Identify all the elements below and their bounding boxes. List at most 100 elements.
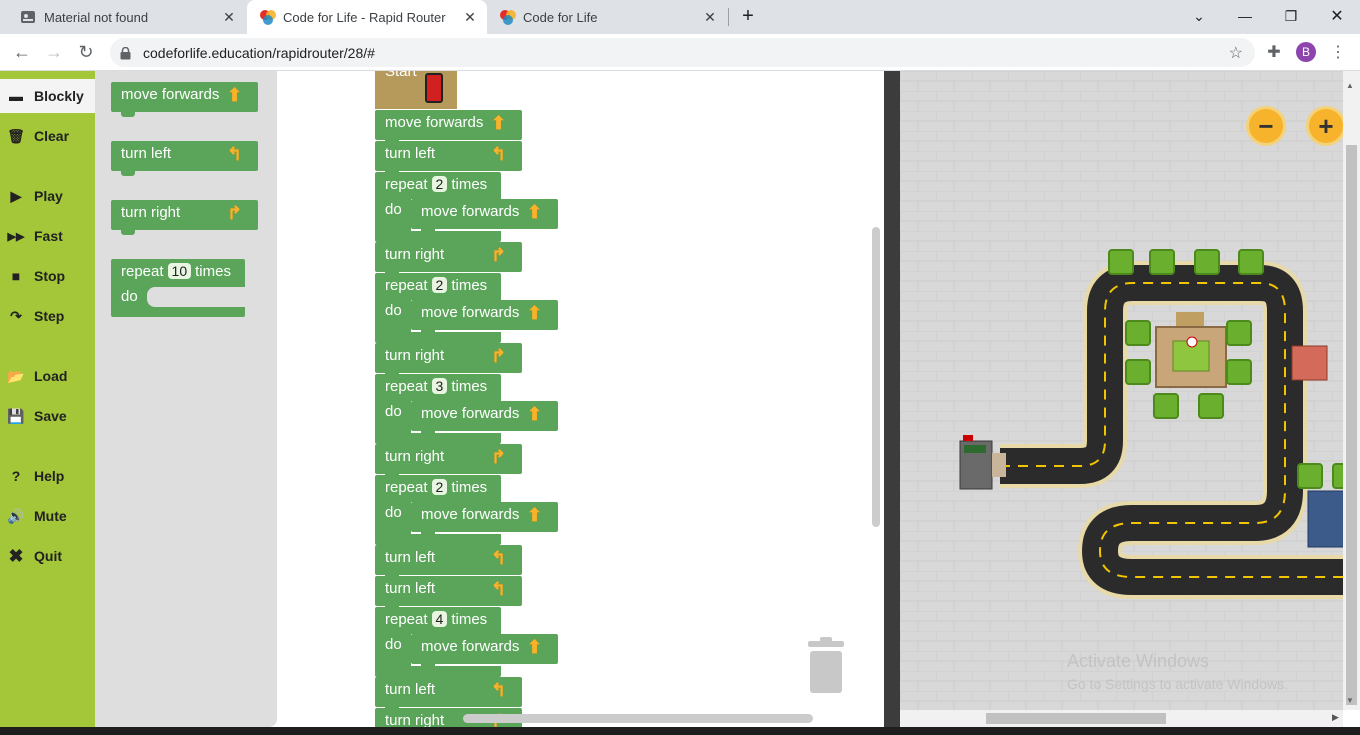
start-block[interactable]: Start [375,71,457,109]
times-label: times [451,611,488,628]
load-button[interactable]: 📂 Load [0,359,95,393]
scroll-thumb[interactable] [986,713,1166,724]
fast-button[interactable]: ▶▶ Fast [0,219,95,253]
toolbox-move-forwards-block[interactable]: move forwards ⬆ [111,82,258,117]
tab-title: Code for Life [523,9,598,25]
block-label: turn right [385,448,445,465]
move-forwards-block[interactable]: move forwards ⬆ [411,199,558,234]
save-button[interactable]: 💾 Save [0,399,95,433]
tab-code-for-life[interactable]: Code for Life ✕ [487,0,727,34]
map-horizontal-scrollbar[interactable]: ▶ [900,710,1343,727]
turn-left-block[interactable]: turn left ↰ [375,677,522,712]
turn-left-block[interactable]: turn left ↰ [375,545,522,580]
toolbox-repeat-block[interactable]: repeat 10 times do [111,259,245,317]
zoom-in-button[interactable]: + [1306,106,1343,146]
back-arrow-icon[interactable]: ← [8,38,36,66]
blockly-button[interactable]: ▬ Blockly [0,79,95,113]
repeat-label: repeat [385,277,428,294]
game-map[interactable]: − + Activate Windows Go to Settings to a… [900,71,1343,710]
repeat-count-field[interactable]: 2 [431,176,448,192]
repeat-count-field[interactable]: 3 [431,378,448,394]
tree-icon [1125,320,1151,346]
play-label: Play [34,188,63,204]
do-label: do [385,403,402,420]
game-sidebar: ▬ Blockly 🗑 Clear ▶ Play ▶▶ Fast ■ Stop … [0,71,95,735]
quit-label: Quit [34,548,62,564]
step-icon: ↷ [10,307,22,324]
close-tab-icon[interactable]: ✕ [461,8,479,26]
block-connector [421,532,435,537]
extensions-puzzle-icon[interactable]: ✚ [1260,38,1288,66]
minimize-button[interactable]: — [1222,0,1268,32]
turn-left-block[interactable]: turn left ↰ [375,576,522,611]
play-button[interactable]: ▶ Play [0,179,95,213]
turn-left-block[interactable]: turn left ↰ [375,141,522,176]
repeat-header: repeat 4 times [385,611,487,628]
scroll-down-arrow-icon[interactable]: ▼ [1346,696,1354,705]
blockly-workspace[interactable]: Start move forwards ⬆ turn left ↰ repeat 2 tim… [277,71,884,735]
turn-right-block[interactable]: turn right ↱ [375,343,522,378]
block-connector [421,431,435,436]
bookmark-star-icon[interactable]: ☆ [1229,43,1243,63]
up-arrow-icon: ⬆ [491,113,507,133]
repeat-header: repeat 2 times [385,176,487,193]
repeat-count-field[interactable]: 10 [167,263,192,279]
turn-right-block[interactable]: turn right ↱ [375,444,522,479]
stop-button[interactable]: ■ Stop [0,259,95,293]
move-forwards-block[interactable]: move forwards ⬆ [375,110,522,145]
turn-right-arrow-icon: ↱ [491,346,507,366]
minus-icon: − [1258,110,1274,141]
forward-arrow-icon[interactable]: → [40,38,68,66]
close-tab-icon[interactable]: ✕ [701,8,719,26]
turn-right-arrow-icon: ↱ [227,203,243,223]
mute-button[interactable]: 🔊 Mute [0,499,95,533]
times-label: times [451,378,488,395]
scroll-right-arrow-icon[interactable]: ▶ [1332,712,1339,723]
workspace-vertical-scrollbar[interactable] [872,227,880,527]
block-label: turn left [385,681,436,698]
tree-icon [1297,463,1323,489]
repeat-count-field[interactable]: 2 [431,479,448,495]
move-forwards-block[interactable]: move forwards ⬆ [411,300,558,335]
do-label: do [385,636,402,653]
repeat-header: repeat 2 times [385,277,487,294]
block-label: move forwards [121,86,220,103]
tab-search-chevron-icon[interactable]: ⌄ [1176,0,1222,32]
toolbox-turn-right-block[interactable]: turn right ↱ [111,200,258,235]
scroll-up-arrow-icon[interactable]: ▲ [1346,81,1354,90]
close-window-button[interactable]: ✕ [1314,0,1360,32]
quit-button[interactable]: ✖ Quit [0,539,95,573]
close-icon: ✖ [8,545,24,566]
up-arrow-icon: ⬆ [227,85,243,105]
maximize-button[interactable]: ❐ [1268,0,1314,32]
tab-material-not-found[interactable]: Material not found ✕ [0,0,246,34]
profile-avatar[interactable]: B [1292,38,1320,66]
repeat-count-field[interactable]: 4 [431,611,448,627]
reload-icon[interactable]: ↻ [72,38,100,66]
move-forwards-block[interactable]: move forwards ⬆ [411,401,558,436]
panel-divider[interactable] [884,71,900,735]
up-arrow-icon: ⬆ [527,202,543,222]
workspace-trash-icon[interactable] [806,637,846,693]
repeat-count-field[interactable]: 2 [431,277,448,293]
help-button[interactable]: ? Help [0,459,95,493]
clear-button[interactable]: 🗑 Clear [0,119,95,153]
toolbox-turn-left-block[interactable]: turn left ↰ [111,141,258,176]
workspace-horizontal-scrollbar[interactable] [463,714,813,723]
move-forwards-block[interactable]: move forwards ⬆ [411,634,558,669]
zoom-out-button[interactable]: − [1246,106,1286,146]
do-label: do [385,302,402,319]
clear-label: Clear [34,128,70,144]
tree-icon [1153,393,1179,419]
step-button[interactable]: ↷ Step [0,299,95,333]
new-tab-button[interactable]: + [725,0,771,32]
turn-right-block[interactable]: turn right ↱ [375,242,522,277]
menu-kebab-icon[interactable]: ⋮ [1324,38,1352,66]
times-label: times [451,479,488,496]
tab-rapid-router[interactable]: Code for Life - Rapid Router ✕ [247,0,487,34]
address-bar[interactable]: codeforlife.education/rapidrouter/28/# ☆ [110,38,1255,67]
map-vertical-scrollbar[interactable]: ▲ ▼ [1343,71,1360,710]
scroll-thumb[interactable] [1346,145,1357,705]
close-tab-icon[interactable]: ✕ [220,8,238,26]
move-forwards-block[interactable]: move forwards ⬆ [411,502,558,537]
